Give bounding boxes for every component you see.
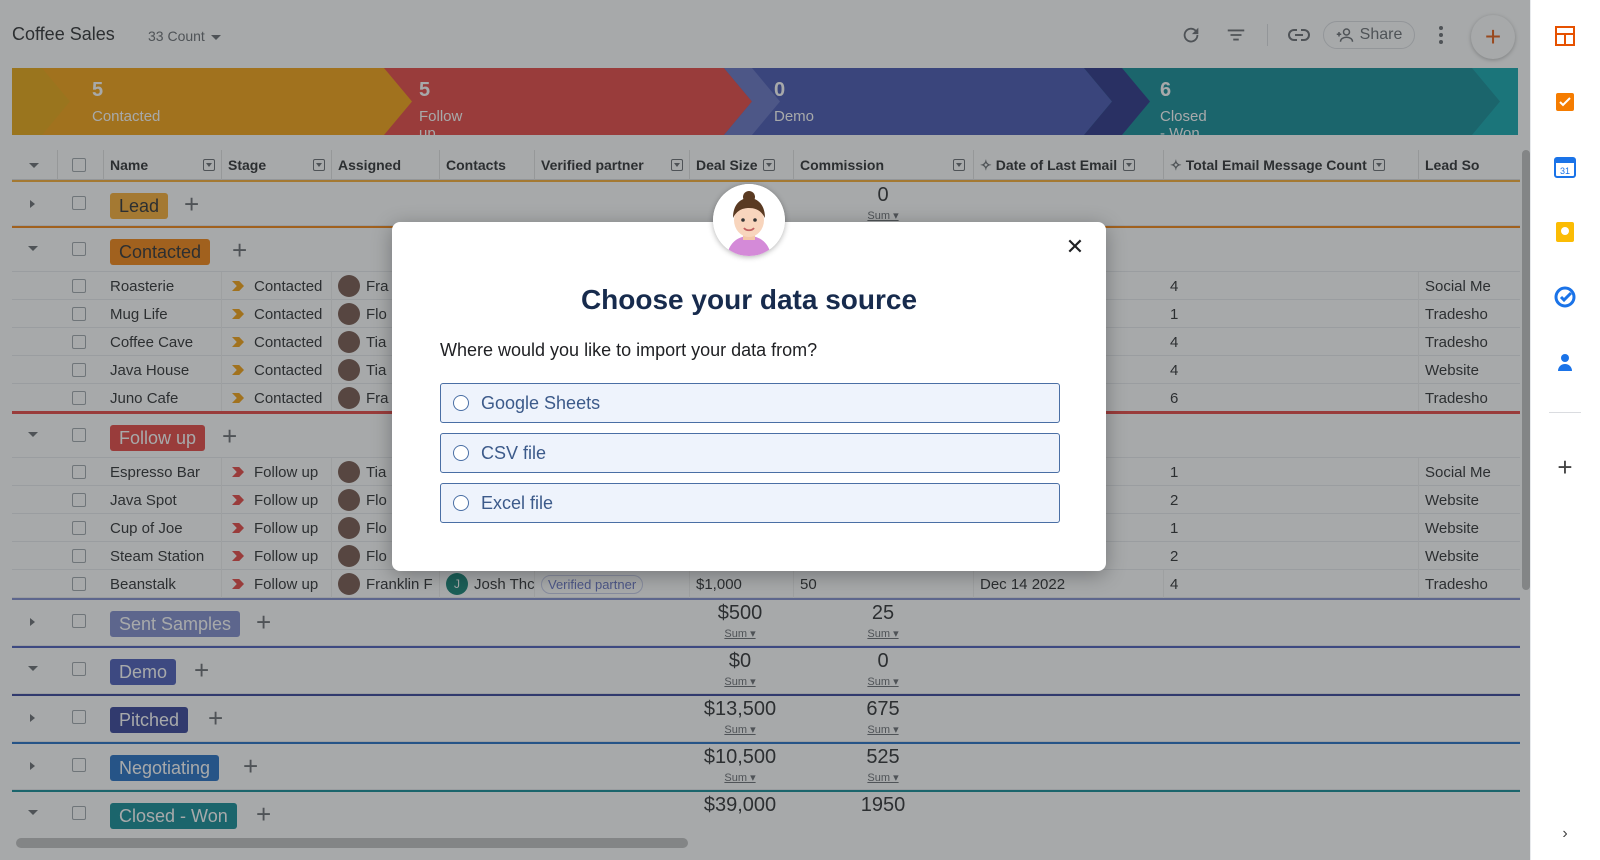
divider [1549, 412, 1581, 413]
side-panel-rail: 31 + › [1530, 0, 1600, 860]
radio-button[interactable] [453, 395, 469, 411]
option-label: Google Sheets [481, 392, 601, 413]
assistant-avatar [713, 184, 785, 256]
option-csv-file[interactable]: CSV file [440, 433, 1060, 473]
option-excel-file[interactable]: Excel file [440, 483, 1060, 523]
option-label: Excel file [481, 492, 554, 513]
svg-text:31: 31 [1560, 166, 1570, 176]
dialog-title: Choose your data source [580, 284, 918, 315]
calendar-icon[interactable]: 31 [1553, 155, 1577, 179]
radio-button[interactable] [453, 495, 469, 511]
keep-notes-icon[interactable] [1553, 220, 1577, 244]
dialog-subtitle: Where would you like to import your data… [440, 340, 818, 360]
chevron-right-icon[interactable]: › [1553, 822, 1577, 846]
tasks-icon[interactable] [1553, 90, 1577, 114]
radio-button[interactable] [453, 445, 469, 461]
contacts-icon[interactable] [1553, 350, 1577, 374]
option-google-sheets[interactable]: Google Sheets [440, 383, 1060, 423]
layout-icon[interactable] [1553, 24, 1577, 48]
data-source-dialog: ✕ Choose your data source Where would yo… [392, 222, 1106, 571]
option-label: CSV file [481, 442, 547, 463]
close-icon[interactable]: ✕ [1062, 234, 1088, 260]
add-addon-icon[interactable]: + [1553, 452, 1577, 482]
tasks-check-icon[interactable] [1553, 285, 1577, 309]
